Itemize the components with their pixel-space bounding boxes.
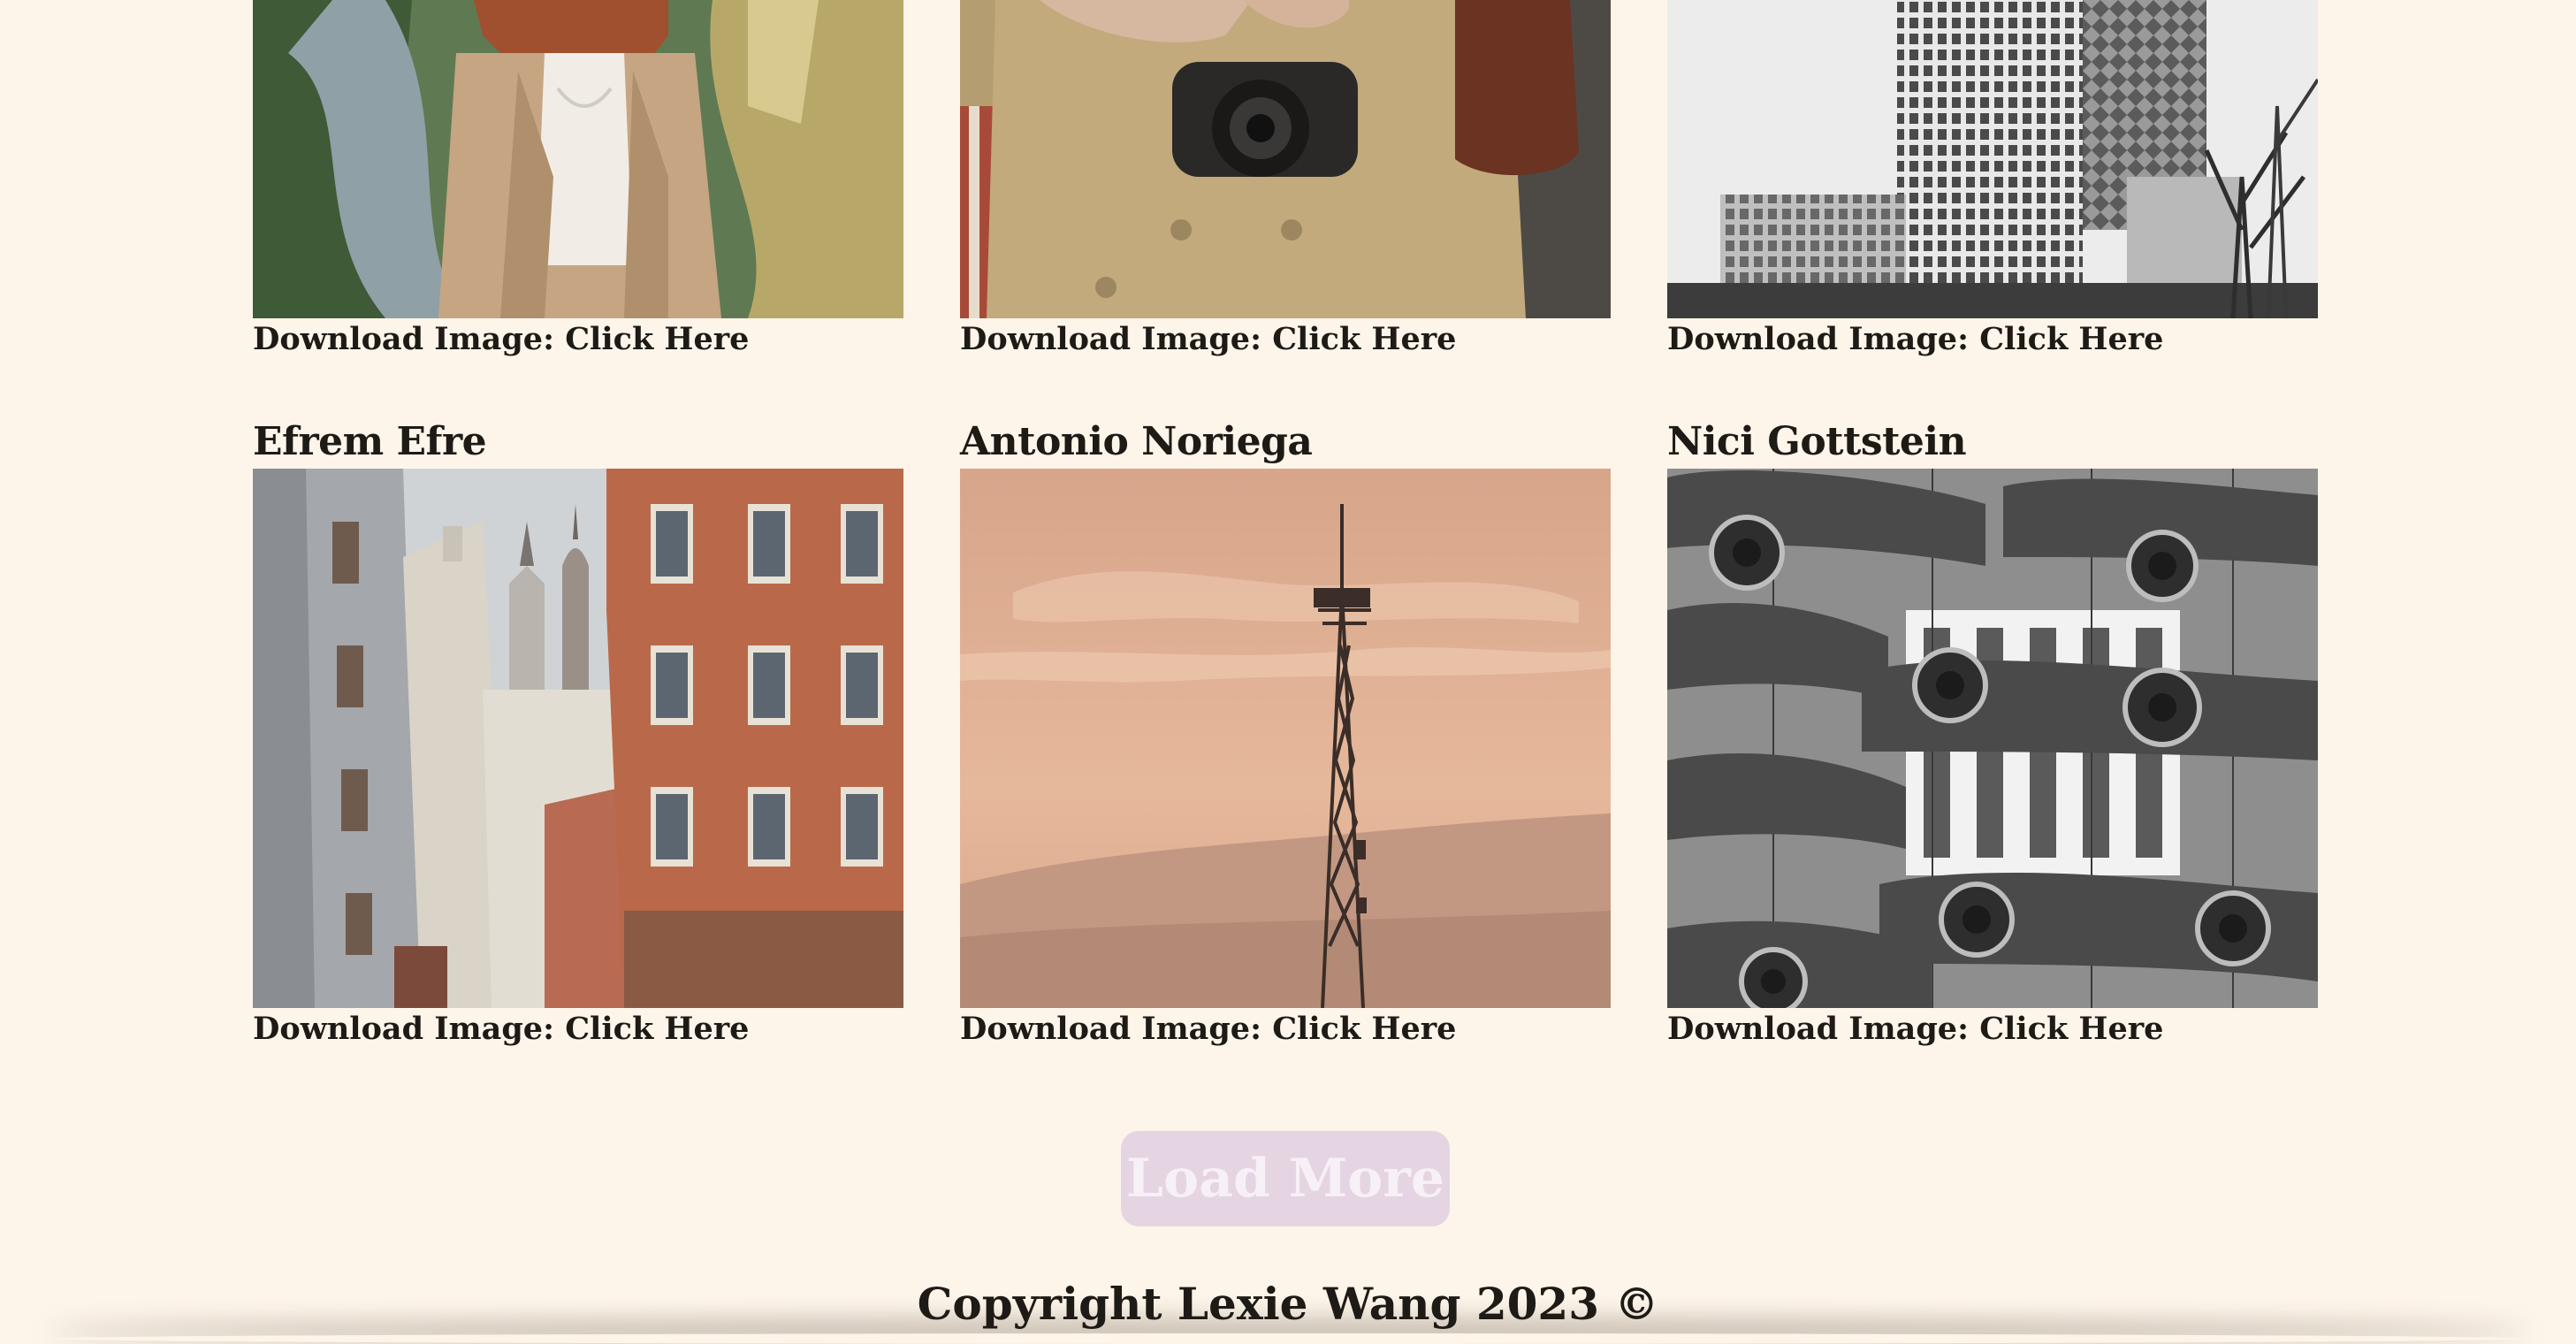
author-name: Efrem Efre [253,419,487,464]
photo-hanging-car-sculpture[interactable] [1667,469,2318,1008]
download-image-link[interactable]: Download Image: Click Here [1667,320,2318,359]
click-here-link[interactable]: Click Here [565,321,749,357]
click-here-link[interactable]: Click Here [1272,321,1456,357]
load-more-button[interactable]: Load More [1121,1131,1450,1226]
footer: Copyright Lexie Wang 2023 © [0,1273,2576,1344]
author-name: Antonio Noriega [960,419,1313,464]
download-label: Download Image: [1667,321,1980,357]
photo-card-woman-coat: Download Image: Click Here [253,0,903,359]
download-label: Download Image: [960,321,1273,357]
download-image-link[interactable]: Download Image: Click Here [960,320,1611,359]
photo-woman-coat[interactable] [253,0,903,318]
photo-card-nici-gottstein: Nici Gottstein Download Image: Click Her… [1667,416,2318,1049]
click-here-link[interactable]: Click Here [1979,321,2163,357]
click-here-link[interactable]: Click Here [1979,1011,2163,1047]
download-label: Download Image: [253,1011,566,1047]
download-image-link[interactable]: Download Image: Click Here [960,1010,1611,1049]
download-image-link[interactable]: Download Image: Click Here [253,320,903,359]
download-label: Download Image: [253,321,566,357]
photo-card-antonio-noriega: Antonio Noriega Download Image: Click He… [960,416,1611,1049]
photo-camera-coat[interactable] [960,0,1611,318]
photo-card-efrem-efre: Efrem Efre Download Image: Click Here [253,416,903,1049]
download-image-link[interactable]: Download Image: Click Here [1667,1010,2318,1049]
download-image-link[interactable]: Download Image: Click Here [253,1010,903,1049]
photo-old-town-street[interactable] [253,469,903,1008]
photo-card-skyscrapers: Download Image: Click Here [1667,0,2318,359]
download-label: Download Image: [960,1011,1273,1047]
photo-skyscrapers[interactable] [1667,0,2318,318]
click-here-link[interactable]: Click Here [565,1011,749,1047]
author-name: Nici Gottstein [1667,419,1967,464]
download-label: Download Image: [1667,1011,1980,1047]
gallery-page: Download Image: Click Here Download Imag… [0,0,2576,1344]
photo-radio-tower[interactable] [960,469,1611,1008]
photo-card-camera-coat: Download Image: Click Here [960,0,1611,359]
copyright-text: Copyright Lexie Wang 2023 © [917,1278,1659,1330]
click-here-link[interactable]: Click Here [1272,1011,1456,1047]
